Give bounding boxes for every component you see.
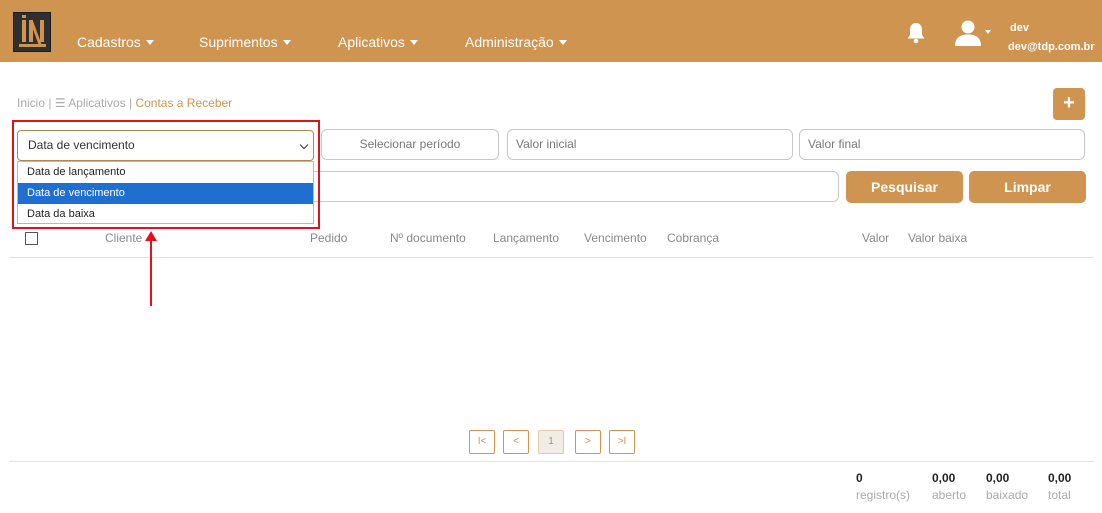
company-logo[interactable] [13,12,51,52]
pagination-next-button[interactable]: > [575,430,601,454]
breadcrumb: Inicio | ☰ Aplicativos | Contas a Recebe… [17,96,233,110]
nav-aplicativos[interactable]: Aplicativos [338,34,418,50]
summary-registros-label: registro(s) [856,488,911,502]
col-vencimento[interactable]: Vencimento [584,231,647,245]
caret-down-icon [409,40,418,45]
nav-suprimentos[interactable]: Suprimentos [199,34,291,50]
user-email: dev@tdp.com.br [1008,41,1095,53]
col-cliente[interactable]: Cliente [105,231,142,245]
user-avatar-icon[interactable] [954,20,982,46]
nav-administracao[interactable]: Administração [465,34,567,50]
col-cobranca[interactable]: Cobrança [667,231,719,245]
summary-total-label: total [1048,488,1071,502]
user-name: dev [1010,22,1029,34]
table-header-divider [9,257,1094,258]
col-numero-documento[interactable]: Nº documento [390,231,466,245]
pagination-prev-button[interactable]: < [503,430,529,454]
col-valor-baixa[interactable]: Valor baixa [908,231,967,245]
breadcrumb-aplicativos[interactable]: Aplicativos [68,96,125,110]
col-pedido[interactable]: Pedido [310,231,347,245]
breadcrumb-current: Contas a Receber [135,96,233,110]
valor-inicial-input[interactable]: Valor inicial [507,129,793,160]
pagination-last-button[interactable]: >I [609,430,635,454]
caret-down-icon [558,40,567,45]
annotation-highlight-box [12,120,320,229]
breadcrumb-home[interactable]: Inicio [17,96,45,110]
summary-baixado-value: 0,00 [986,471,1010,485]
footer-divider [9,461,1094,462]
valor-final-input[interactable]: Valor final [799,129,1085,160]
bell-icon[interactable] [906,22,926,44]
caret-down-icon [145,40,154,45]
pagination-first-button[interactable]: I< [469,430,495,454]
add-button[interactable]: + [1053,88,1085,120]
search-button[interactable]: Pesquisar [846,171,963,203]
user-menu-caret-icon[interactable] [985,30,991,34]
summary-aberto-value: 0,00 [932,471,956,485]
summary-aberto-label: aberto [932,488,967,502]
summary-total-value: 0,00 [1048,471,1072,485]
col-lancamento[interactable]: Lançamento [493,231,559,245]
summary-registros-value: 0 [856,471,863,485]
menu-lines-icon: ☰ [54,96,66,110]
col-valor[interactable]: Valor [862,231,889,245]
top-navbar: Cadastros Suprimentos Aplicativos Admini… [0,0,1102,62]
period-picker-input[interactable]: Selecionar período [321,129,499,160]
pagination-page-1[interactable]: 1 [538,430,564,454]
annotation-arrow-shaft [150,239,152,306]
clear-button[interactable]: Limpar [969,171,1086,203]
nav-cadastros[interactable]: Cadastros [77,34,154,50]
caret-down-icon [282,40,291,45]
select-all-checkbox[interactable] [25,232,38,245]
summary-baixado-label: baixado [986,488,1029,502]
